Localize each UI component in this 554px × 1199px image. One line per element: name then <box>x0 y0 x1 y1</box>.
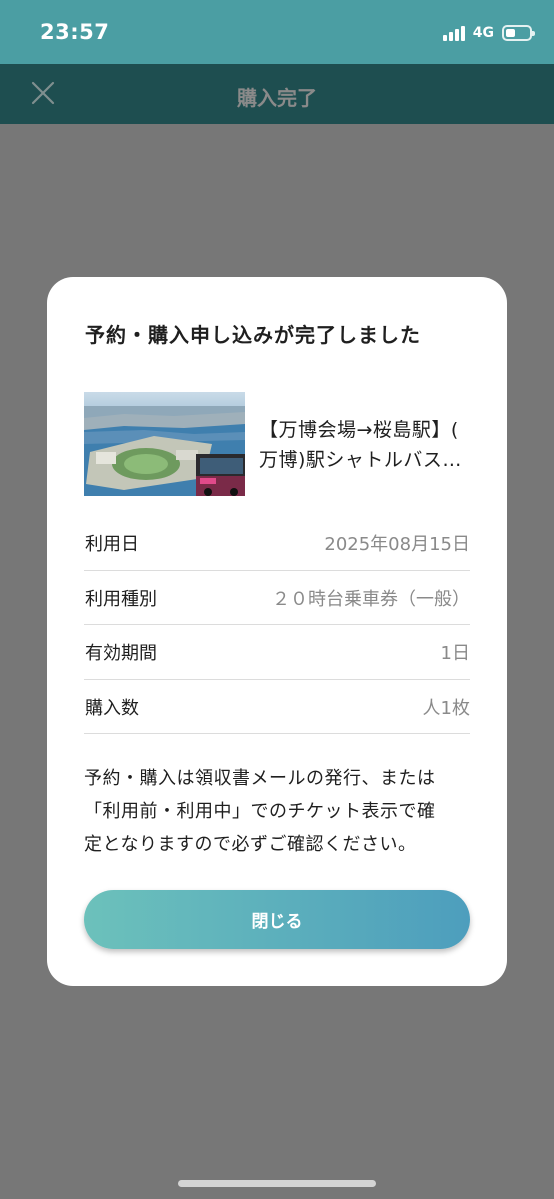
nav-bar: 購入完了 <box>0 64 554 124</box>
detail-value: 人1枚 <box>422 697 470 719</box>
dialog-title: 予約・購入申し込みが完了しました <box>85 323 421 347</box>
status-time: 23:57 <box>40 20 110 44</box>
status-bar: 23:57 4G <box>0 0 554 64</box>
detail-label: 利用種別 <box>85 588 157 610</box>
product-name: 【万博会場→桜島駅】( 万博)駅シャトルバス… <box>259 415 473 475</box>
detail-label: 利用日 <box>85 534 139 555</box>
battery-icon <box>502 25 535 41</box>
page-title: 購入完了 <box>237 86 317 110</box>
detail-row-quantity: 購入数 人1枚 <box>84 680 470 734</box>
detail-label: 購入数 <box>85 697 139 719</box>
purchase-complete-dialog: 予約・購入申し込みが完了しました 【万博会場→桜島駅】(万博)駅シャトルバス…… <box>47 277 507 986</box>
product-name-line2: 万博)駅シャトルバス… <box>259 449 462 471</box>
status-indicators: 4G <box>442 23 535 43</box>
detail-row-date: 利用日 2025年08月15日 <box>84 516 470 571</box>
product-image <box>84 392 245 496</box>
product-name-line1: 【万博会場→桜島駅】( <box>259 419 459 441</box>
detail-label: 有効期間 <box>85 643 157 664</box>
notice-line: 定となりますので必ずご確認ください。 <box>84 834 417 855</box>
detail-value: 1日 <box>440 643 470 664</box>
home-indicator <box>178 1180 376 1187</box>
signal-icon <box>442 25 465 41</box>
detail-row-ticket-type: 利用種別 ２０時台乗車券（一般） <box>84 571 470 625</box>
notice-line: 「利用前・利用中」でのチケット表示で確 <box>84 801 436 822</box>
notice-line: 予約・購入は領収書メールの発行、または <box>84 768 436 789</box>
purchase-details: 利用日 2025年08月15日 利用種別 ２０時台乗車券（一般） 有効期間 1日… <box>84 516 470 734</box>
detail-value: ２０時台乗車券（一般） <box>272 588 470 610</box>
confirmation-notice: 予約・購入は領収書メールの発行、または 「利用前・利用中」でのチケット表示で確 … <box>84 762 474 861</box>
detail-row-validity: 有効期間 1日 <box>84 625 470 680</box>
detail-value: 2025年08月15日 <box>324 534 470 555</box>
network-type: 4G <box>472 25 494 41</box>
close-button[interactable]: 閉じる <box>84 890 470 949</box>
